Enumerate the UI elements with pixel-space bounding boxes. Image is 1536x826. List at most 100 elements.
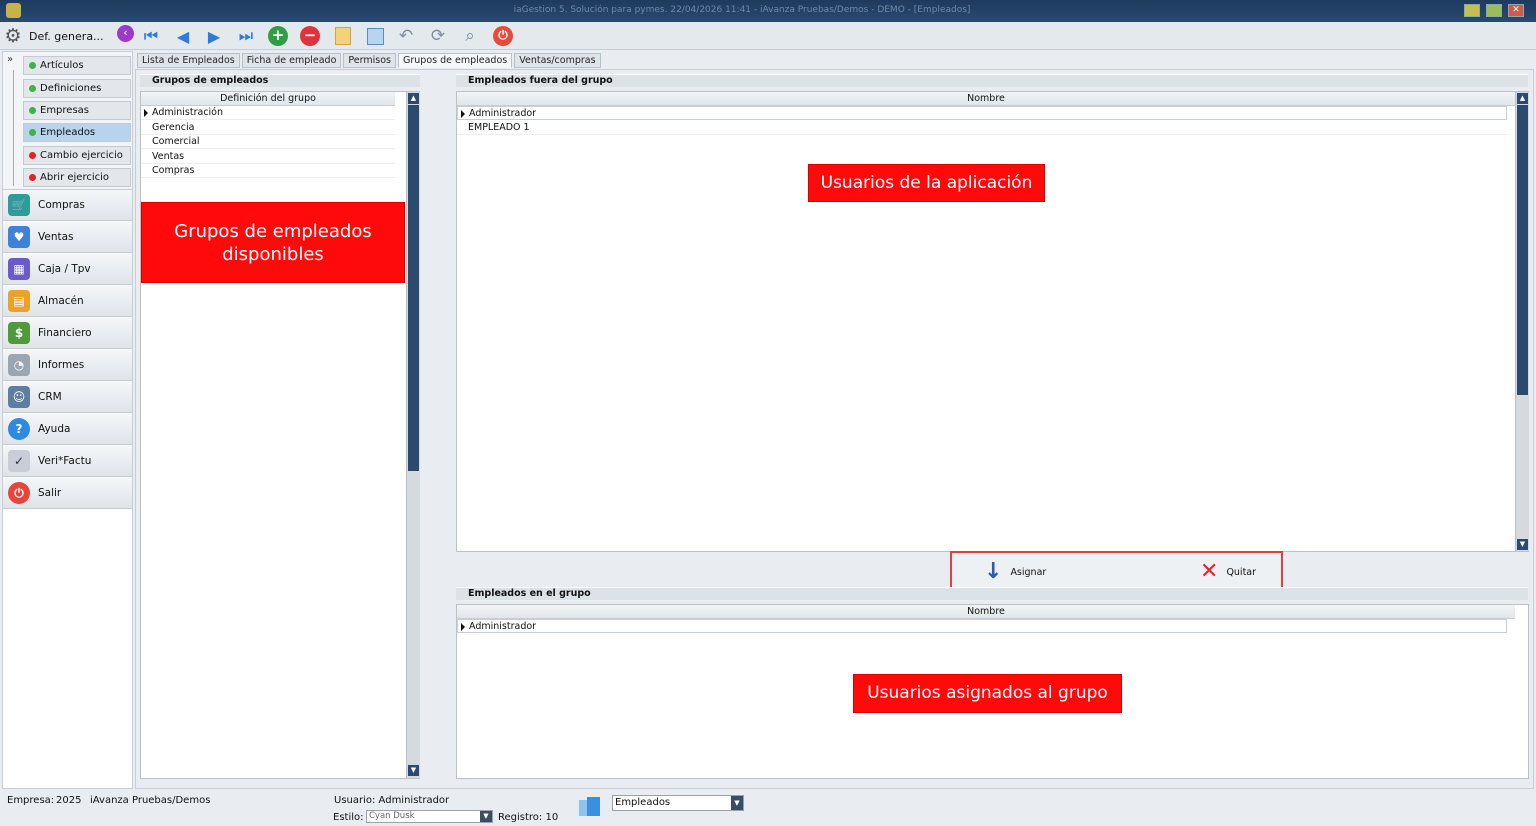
first-record-icon[interactable]: ⏮	[139, 25, 163, 47]
users-callout: Usuarios de la aplicación	[808, 164, 1045, 202]
scroll-down-icon[interactable]: ▼	[408, 765, 419, 776]
table-row[interactable]: Compras	[141, 164, 395, 178]
table-row[interactable]: Administración	[141, 106, 395, 120]
sidebar-item-empresas[interactable]: Empresas	[23, 101, 131, 120]
empresa-name: iAvanza Pruebas/Demos	[90, 795, 211, 806]
scroll-thumb[interactable]	[1517, 105, 1528, 395]
groups-column-header[interactable]: Definición del grupo	[141, 92, 395, 106]
inside-panel-title: Empleados en el grupo	[456, 587, 1528, 600]
row-pointer-icon	[144, 109, 148, 117]
sidebar-item-abrir-ejercicio[interactable]: Abrir ejercicio	[23, 168, 131, 187]
table-row[interactable]: Administrador	[457, 106, 1507, 120]
module-icon	[579, 797, 600, 816]
sidebar-item-informes[interactable]: ◔ Informes	[3, 350, 132, 381]
usuario-text: Usuario: Administrador	[334, 795, 450, 806]
add-record-icon[interactable]: +	[266, 25, 290, 47]
groups-callout: Grupos de empleados disponibles	[141, 202, 405, 283]
sidebar: » Artículos Definiciones Empresas Emplea…	[2, 51, 133, 789]
edit-icon[interactable]	[331, 25, 355, 47]
chevron-down-icon[interactable]: ▼	[480, 811, 492, 822]
refresh-icon[interactable]: ⟳	[426, 25, 450, 47]
tab-permisos[interactable]: Permisos	[343, 53, 396, 68]
sidebar-item-financiero[interactable]: $ Financiero	[3, 318, 132, 349]
sidebar-item-caja-tpv[interactable]: ▦ Caja / Tpv	[3, 254, 132, 285]
remove-button[interactable]: ✕ Quitar	[1200, 561, 1256, 583]
next-record-icon[interactable]: ▶	[202, 25, 226, 47]
undo-icon[interactable]: ↶	[394, 25, 418, 47]
warehouse-icon: ▤	[8, 290, 30, 312]
groups-panel-title: Grupos de empleados	[140, 74, 420, 87]
table-row[interactable]: Gerencia	[141, 121, 395, 135]
previous-record-icon[interactable]: ◀	[171, 25, 195, 47]
sidebar-item-articulos[interactable]: Artículos	[23, 56, 131, 75]
estilo-label: Estilo:	[333, 812, 364, 823]
status-bar: Empresa: 2025 iAvanza Pruebas/Demos Usua…	[0, 790, 1536, 826]
delete-record-icon[interactable]: −	[298, 25, 322, 47]
scroll-down-icon[interactable]: ▼	[1517, 539, 1528, 550]
tab-lista-empleados[interactable]: Lista de Empleados	[137, 53, 240, 68]
chevron-down-icon[interactable]: »	[7, 54, 13, 65]
table-row[interactable]: Comercial	[141, 135, 395, 149]
minimize-button[interactable]	[1464, 4, 1480, 17]
report-icon: ◔	[8, 354, 30, 376]
remove-label: Quitar	[1226, 566, 1257, 578]
empresa-label: Empresa:	[7, 795, 55, 806]
status-dot-icon	[29, 62, 36, 69]
sidebar-item-almacen[interactable]: ▤ Almacén	[3, 286, 132, 317]
power-icon[interactable]: ⏻	[491, 25, 515, 47]
power-icon: ⏻	[8, 482, 30, 504]
heart-icon: ♥	[8, 226, 30, 248]
register-icon: ▦	[8, 258, 30, 280]
scroll-up-icon[interactable]: ▲	[1517, 93, 1528, 104]
search-icon[interactable]: ⌕	[458, 25, 482, 47]
person-icon: ☺	[8, 386, 30, 408]
status-dot-icon	[29, 85, 36, 92]
save-icon[interactable]	[363, 25, 387, 47]
tab-grupos-empleados[interactable]: Grupos de empleados	[398, 53, 513, 68]
close-window-button[interactable]: ✕	[1508, 4, 1524, 17]
tab-ventas-compras[interactable]: Ventas/compras	[514, 53, 601, 68]
sidebar-item-crm[interactable]: ☺ CRM	[3, 382, 132, 413]
sidebar-item-definiciones[interactable]: Definiciones	[23, 79, 131, 98]
last-record-icon[interactable]: ⏭	[234, 25, 258, 47]
sidebar-item-cambio-ejercicio[interactable]: Cambio ejercicio	[23, 146, 131, 165]
def-general-submenu: » Artículos Definiciones Empresas Emplea…	[3, 52, 132, 190]
status-dot-icon	[29, 129, 36, 136]
collapse-sidebar-icon[interactable]: ‹	[117, 25, 134, 42]
groups-scrollbar[interactable]: ▲ ▼	[406, 92, 420, 778]
arrow-down-icon: ↓	[984, 559, 1003, 584]
outside-column-header[interactable]: Nombre	[457, 92, 1515, 106]
inside-column-header[interactable]: Nombre	[457, 605, 1515, 619]
outside-scrollbar[interactable]: ▲ ▼	[1515, 92, 1529, 551]
sidebar-item-compras[interactable]: 🛒 Compras	[3, 190, 132, 221]
style-select[interactable]: Cyan Dusk ▼	[366, 810, 493, 823]
def-general-button[interactable]: ⚙ Def. genera...	[2, 24, 114, 48]
def-general-label: Def. genera...	[29, 29, 104, 43]
sidebar-item-verifactu[interactable]: ✓ Veri*Factu	[3, 446, 132, 477]
sidebar-item-empleados[interactable]: Empleados	[23, 123, 131, 142]
tab-strip: Lista de Empleados Ficha de empleado Per…	[137, 53, 601, 69]
sidebar-item-ventas[interactable]: ♥ Ventas	[3, 222, 132, 253]
row-pointer-icon	[461, 110, 465, 118]
module-select[interactable]: Empleados ▼	[612, 795, 744, 811]
table-row[interactable]: Administrador	[457, 619, 1507, 633]
assign-label: Asignar	[1010, 566, 1047, 578]
sidebar-item-salir[interactable]: ⏻ Salir	[3, 478, 132, 509]
registro-count: Registro: 10	[498, 812, 559, 823]
assigned-callout: Usuarios asignados al grupo	[853, 674, 1122, 713]
finance-icon: $	[8, 322, 30, 344]
cart-icon: 🛒	[8, 194, 30, 216]
scroll-up-icon[interactable]: ▲	[408, 93, 419, 104]
empresa-year: 2025	[56, 795, 82, 806]
sidebar-item-ayuda[interactable]: ? Ayuda	[3, 414, 132, 445]
scroll-thumb[interactable]	[408, 105, 419, 471]
table-row[interactable]: Ventas	[141, 150, 395, 164]
window-title: iaGestion 5. Solución para pymes. 22/04/…	[513, 5, 971, 15]
tab-ficha-empleado[interactable]: Ficha de empleado	[241, 53, 342, 68]
maximize-button[interactable]	[1486, 4, 1502, 17]
chevron-down-icon[interactable]: ▼	[731, 796, 743, 810]
assign-button[interactable]: ↓ Asignar	[984, 561, 1046, 583]
table-row[interactable]: EMPLEADO 1	[457, 121, 1507, 135]
status-dot-icon	[29, 152, 36, 159]
outside-panel-title: Empleados fuera del grupo	[456, 74, 1528, 87]
